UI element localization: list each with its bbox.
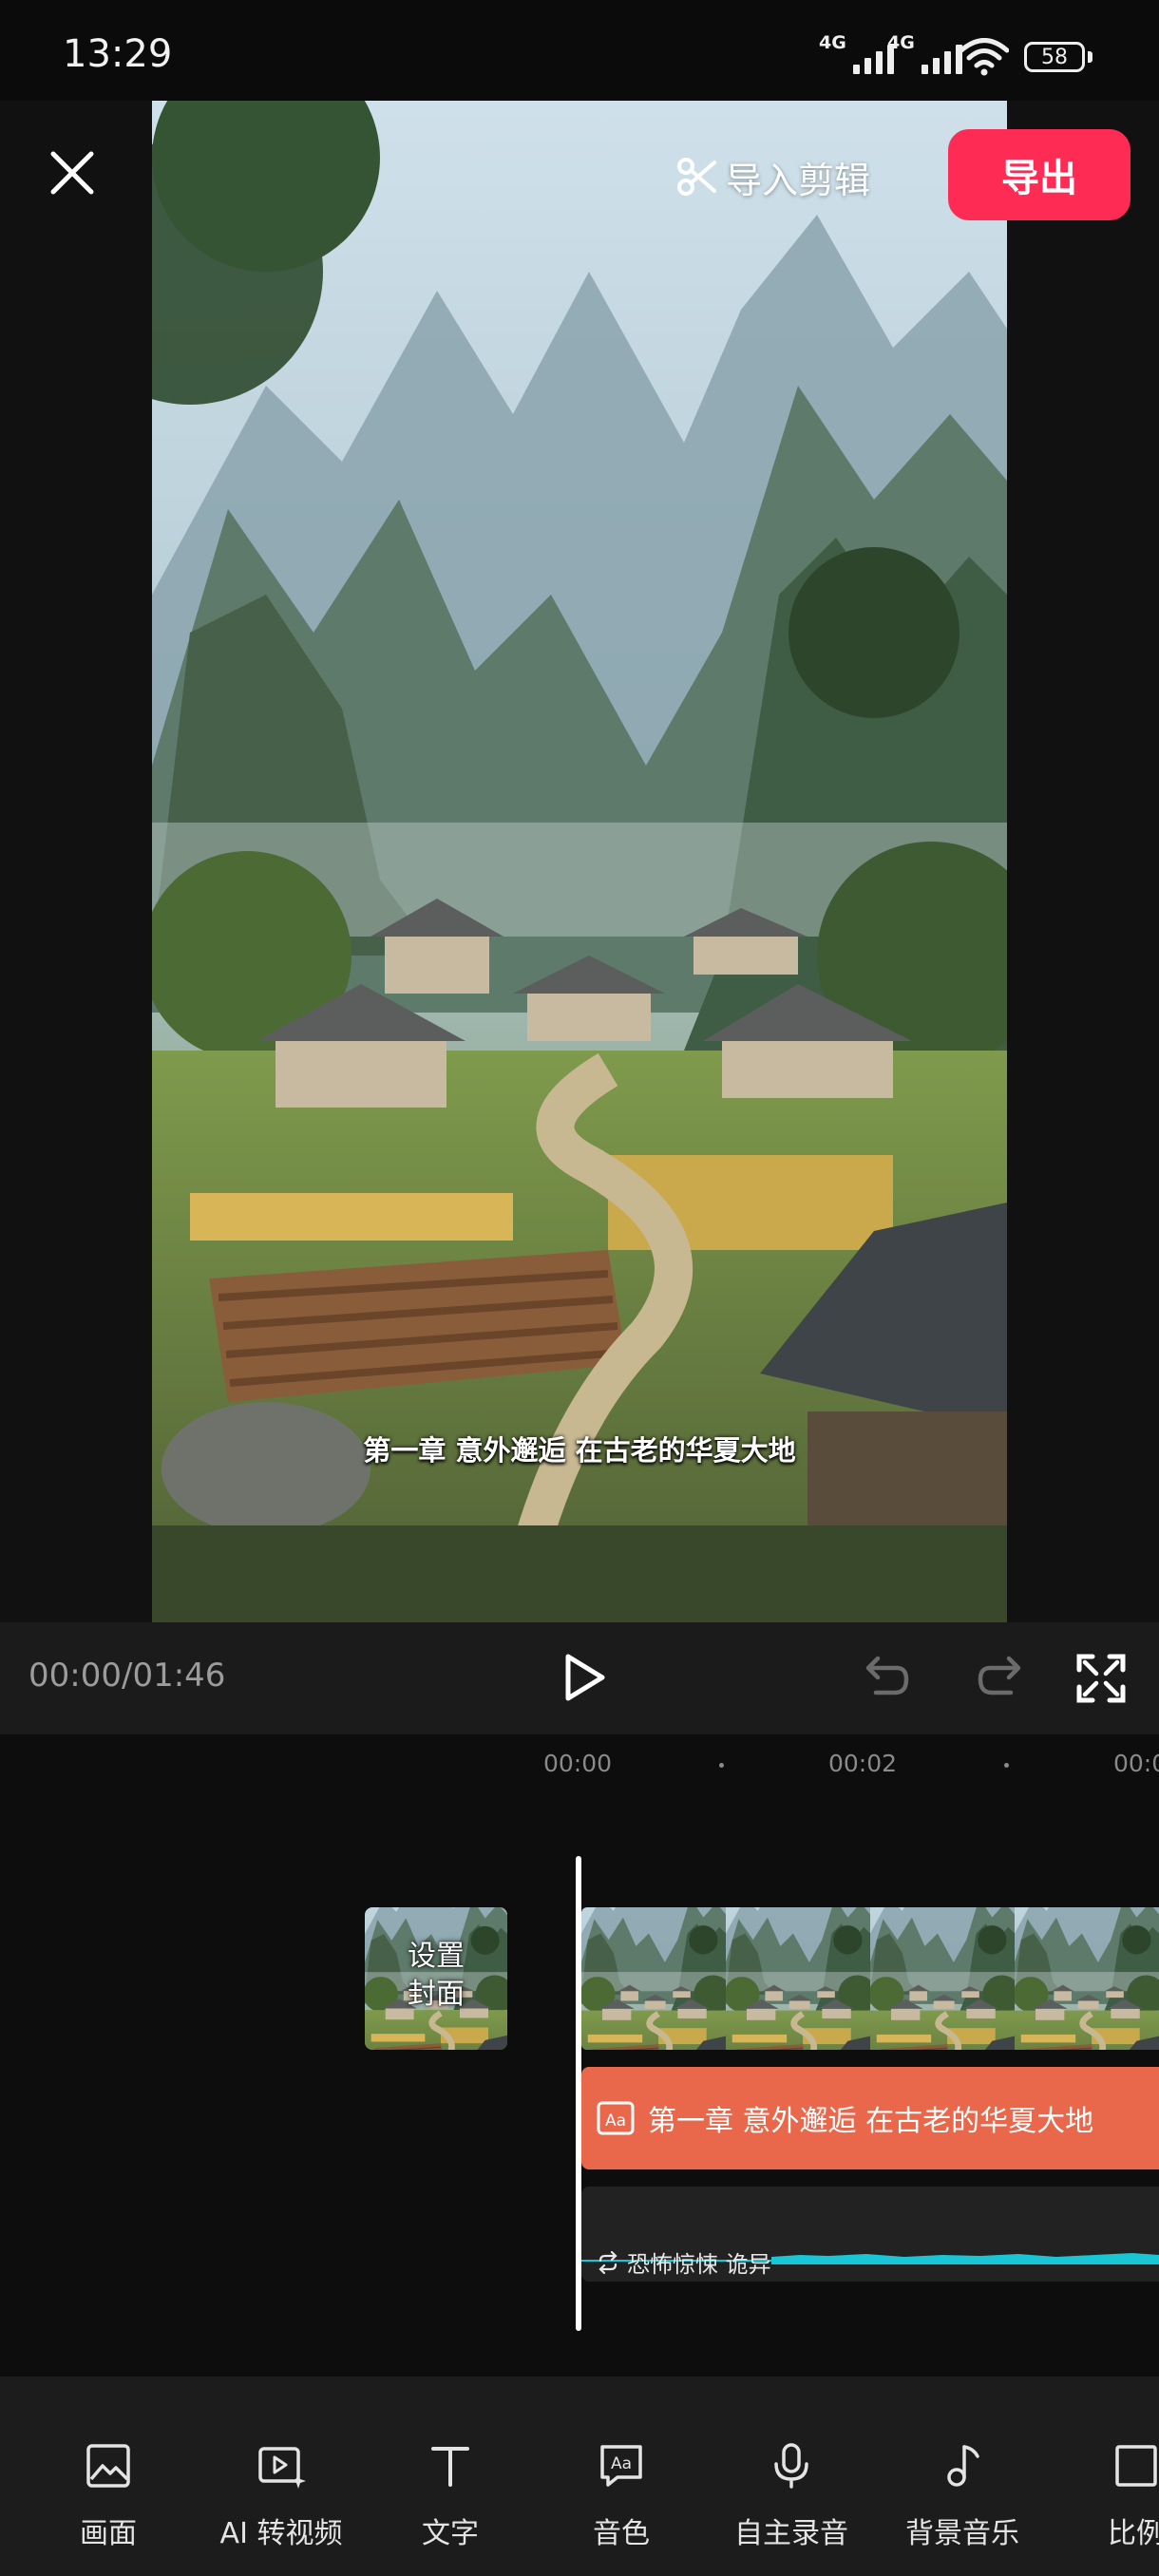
tool-label: 自主录音 [734, 2517, 848, 2550]
redo-icon[interactable] [977, 1653, 1026, 1702]
loop-icon [598, 2250, 618, 2274]
play-icon[interactable] [555, 1649, 612, 1706]
cellular-signal-icon-2: 4G [887, 32, 962, 74]
tool-ai-video[interactable]: AI 转视频 [205, 2377, 357, 2576]
wifi-icon [960, 38, 1009, 76]
video-preview[interactable] [152, 101, 1007, 1622]
ratio-icon [1115, 2445, 1157, 2487]
playhead[interactable] [576, 1856, 581, 2331]
scissors-icon [677, 158, 716, 196]
import-edit-label: 导入剪辑 [726, 159, 871, 201]
tool-record[interactable]: 自主录音 [730, 2377, 853, 2576]
music-note-icon [947, 2445, 979, 2487]
svg-text:Aa: Aa [605, 2112, 626, 2131]
tool-label: 文字 [422, 2517, 479, 2550]
set-cover-label-line2: 封面 [408, 1978, 465, 2011]
tool-label: 背景音乐 [905, 2517, 1019, 2550]
set-cover-label: 设置 封面 [365, 1938, 507, 2014]
tool-text[interactable]: 文字 [403, 2377, 498, 2576]
timeline-tick: 00:00 [543, 1750, 613, 1777]
network-type-label: 4G [819, 32, 846, 53]
text-icon [431, 2447, 469, 2487]
tool-label: 比例 [1108, 2517, 1159, 2550]
voice-tone-icon: Aa [600, 2445, 642, 2487]
ai-video-icon [258, 2447, 306, 2489]
tool-background-music[interactable]: 背景音乐 [901, 2377, 1024, 2576]
tool-image[interactable]: 画面 [61, 2377, 156, 2576]
timeline-tick: 00:02 [828, 1750, 898, 1777]
tool-label: 音色 [593, 2517, 650, 2550]
audio-track-name: 恐怖惊悚 诡异 [627, 2251, 771, 2278]
battery-tip [1088, 51, 1092, 63]
timeline-dot [1004, 1763, 1009, 1768]
text-clip-icon: Aa [597, 2101, 635, 2135]
fullscreen-icon[interactable] [1075, 1653, 1127, 1704]
battery-icon: 58 [1024, 42, 1085, 72]
audio-track-label: 恐怖惊悚 诡异 [597, 2245, 771, 2279]
set-cover-label-line1: 设置 [408, 1940, 465, 1973]
tool-label: 画面 [80, 2517, 137, 2550]
timeline-dot [719, 1763, 724, 1768]
battery-level: 58 [1041, 45, 1068, 69]
timeline-tick: 00:0 [1113, 1750, 1159, 1777]
status-time: 13:29 [63, 32, 173, 76]
preview-subtitle[interactable]: 第一章 意外邂逅 在古老的华夏大地 [152, 1429, 1007, 1468]
tool-label: AI 转视频 [219, 2517, 343, 2550]
cellular-signal-icon: 4G [819, 32, 894, 74]
tool-ratio[interactable]: 比例 [1089, 2377, 1159, 2576]
undo-icon[interactable] [861, 1653, 910, 1702]
text-track[interactable]: Aa 第一章 意外邂逅 在古老的华夏大地 [581, 2067, 1159, 2169]
network-type-label-2: 4G [887, 32, 915, 53]
timecode: 00:00/01:46 [28, 1657, 226, 1695]
close-icon[interactable] [42, 142, 103, 203]
text-track-label: 第一章 意外邂逅 在古老的华夏大地 [648, 2105, 1094, 2138]
export-button[interactable]: 导出 [948, 129, 1130, 220]
image-icon [86, 2444, 130, 2488]
svg-text:Aa: Aa [611, 2454, 632, 2473]
microphone-icon [774, 2443, 808, 2489]
video-track[interactable] [581, 1907, 1159, 2050]
tool-voice-tone[interactable]: Aa 音色 [574, 2377, 669, 2576]
import-edit-button[interactable]: 导入剪辑 [676, 150, 870, 203]
